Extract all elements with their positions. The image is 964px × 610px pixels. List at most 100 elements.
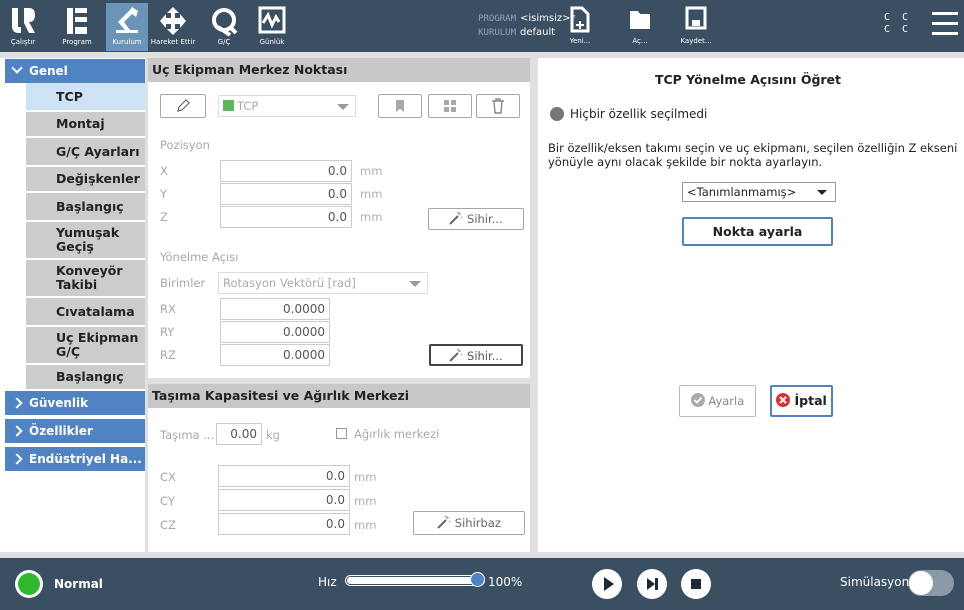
apply-button[interactable]: Ayarla xyxy=(679,385,756,417)
rx-label: RX xyxy=(160,302,176,316)
speed-slider[interactable] xyxy=(345,572,485,587)
bottom-bar: Normal Hız 100% Simülasyon xyxy=(0,558,964,610)
cz-input[interactable]: 0.0 xyxy=(218,513,350,535)
chevron-right-icon xyxy=(11,425,23,437)
position-label: Pozisyon xyxy=(160,138,210,152)
robot-status-icon[interactable] xyxy=(15,570,43,598)
top-bar: Çalıştır Program Kurulum Hareket Ettir G… xyxy=(0,0,964,52)
divider xyxy=(530,58,538,552)
add-tcp-button[interactable] xyxy=(428,94,472,118)
stop-icon xyxy=(691,579,701,589)
step-button[interactable] xyxy=(637,569,667,599)
rx-input[interactable]: 0.0000 xyxy=(220,298,330,320)
z-label: Z xyxy=(160,210,168,224)
nav-item-tool-io[interactable]: Uç Ekipman G/Ç xyxy=(26,327,145,363)
tcp-check-icon xyxy=(223,100,234,111)
new-file-icon xyxy=(570,6,590,33)
units-label: Birimler xyxy=(160,276,206,290)
rz-label: RZ xyxy=(160,348,176,362)
orientation-label: Yönelme Açısı xyxy=(160,250,239,264)
nav-section-features[interactable]: Özellikler xyxy=(5,419,145,443)
rename-button[interactable] xyxy=(160,94,206,118)
nav-item-io-setup[interactable]: G/Ç Ayarları xyxy=(26,138,145,165)
z-value: 0.0 xyxy=(327,210,347,224)
chevron-down-icon xyxy=(11,62,23,74)
cc-row-1: C C xyxy=(884,12,912,23)
nav-item-label: Değişkenler xyxy=(56,171,140,186)
nav-item-conveyor-tracking[interactable]: Konveyör Takibi xyxy=(26,260,145,296)
rz-input[interactable]: 0.0000 xyxy=(220,344,330,366)
teach-orientation-panel: TCP Yönelme Açısını Öğret Hiçbir özellik… xyxy=(538,58,964,552)
rz-value: 0.0000 xyxy=(283,348,325,362)
position-wizard-button[interactable]: Sihir... xyxy=(428,208,524,230)
nav-move-button[interactable]: Hareket Ettir xyxy=(150,3,196,51)
feature-select[interactable]: <Tanımlanmamış> xyxy=(682,182,836,202)
teach-title: TCP Yönelme Açısını Öğret xyxy=(654,72,842,87)
x-input[interactable]: 0.0 xyxy=(220,160,352,182)
nav-item-label: Montaj xyxy=(56,116,105,131)
cy-input[interactable]: 0.0 xyxy=(218,489,350,511)
nav-item-tcp[interactable]: TCP xyxy=(26,83,145,110)
nav-section-industrial[interactable]: Endüstriyel Ha... xyxy=(5,447,145,471)
cancel-button[interactable]: İptal xyxy=(770,385,833,417)
cx-unit: mm xyxy=(354,470,377,484)
cx-label: CX xyxy=(160,470,176,484)
units-select[interactable]: Rotasyon Vektörü [rad] xyxy=(218,272,428,294)
nav-run-button[interactable]: Çalıştır xyxy=(2,3,44,51)
new-button[interactable]: Yeni... xyxy=(562,3,598,49)
z-input[interactable]: 0.0 xyxy=(220,206,352,228)
set-point-button[interactable]: Nokta ayarla xyxy=(682,217,833,246)
cc-indicator: C C C C xyxy=(884,12,911,36)
move-arrows-icon xyxy=(160,7,186,35)
teach-instruction: Bir özellik/eksen takımı seçin ve uç eki… xyxy=(548,141,958,169)
chevron-down-icon xyxy=(817,190,827,195)
speed-slider-handle[interactable] xyxy=(470,572,485,587)
nav-item-smooth-transition[interactable]: Yumuşak Geçiş xyxy=(26,222,145,258)
y-input[interactable]: 0.0 xyxy=(220,183,352,205)
nav-item-variables[interactable]: Değişkenler xyxy=(26,167,145,191)
nav-section-label: Özellikler xyxy=(29,424,93,438)
play-button[interactable] xyxy=(592,569,622,599)
nav-program-label: Program xyxy=(62,38,92,46)
grid-plus-icon xyxy=(444,100,456,112)
set-point-label: Nokta ayarla xyxy=(712,224,803,239)
tcp-select[interactable]: TCP xyxy=(218,95,356,117)
open-label: Aç... xyxy=(632,37,648,45)
cog-checkbox[interactable] xyxy=(336,428,347,439)
folder-icon xyxy=(630,11,650,29)
cz-value: 0.0 xyxy=(325,517,345,531)
stop-button[interactable] xyxy=(681,569,711,599)
speed-value: 100% xyxy=(488,575,523,589)
nav-item-mounting[interactable]: Montaj xyxy=(26,112,145,136)
payload-input[interactable]: 0.00 xyxy=(216,423,262,445)
tcp-select-value: TCP xyxy=(237,99,259,113)
nav-log-button[interactable]: Günlük xyxy=(250,3,294,51)
orientation-wizard-button[interactable]: Sihir... xyxy=(429,344,523,366)
nav-item-screwing[interactable]: Cıvatalama xyxy=(26,298,145,325)
delete-tcp-button[interactable] xyxy=(476,94,520,118)
nav-program-button[interactable]: Program xyxy=(54,3,100,51)
cancel-x-icon xyxy=(776,393,791,407)
payload-wizard-button[interactable]: Sihirbaz xyxy=(413,511,525,535)
y-unit: mm xyxy=(360,187,383,201)
open-button[interactable]: Aç... xyxy=(622,3,658,49)
nav-section-general[interactable]: Genel xyxy=(5,59,145,83)
set-default-button[interactable] xyxy=(378,94,422,118)
trash-icon xyxy=(492,98,504,114)
nav-installation-button[interactable]: Kurulum xyxy=(106,3,148,51)
chevron-right-icon xyxy=(11,453,23,465)
nav-io-button[interactable]: G/Ç xyxy=(204,3,244,51)
simulation-toggle[interactable] xyxy=(908,570,954,596)
save-button[interactable]: Kaydet... xyxy=(676,3,716,49)
hamburger-menu-icon[interactable] xyxy=(932,12,958,36)
nav-item-startup-2[interactable]: Başlangıç xyxy=(26,365,145,389)
tcp-section-title: Uç Ekipman Merkez Noktası xyxy=(148,58,530,82)
nav-section-label: Güvenlik xyxy=(29,396,89,410)
nav-item-startup[interactable]: Başlangıç xyxy=(26,193,145,220)
nav-section-safety[interactable]: Güvenlik xyxy=(5,391,145,415)
robot-arm-icon xyxy=(116,7,138,33)
cx-input[interactable]: 0.0 xyxy=(218,465,350,487)
ry-input[interactable]: 0.0000 xyxy=(220,321,330,343)
chevron-right-icon xyxy=(11,397,23,409)
program-key: PROGRAM xyxy=(478,14,516,24)
